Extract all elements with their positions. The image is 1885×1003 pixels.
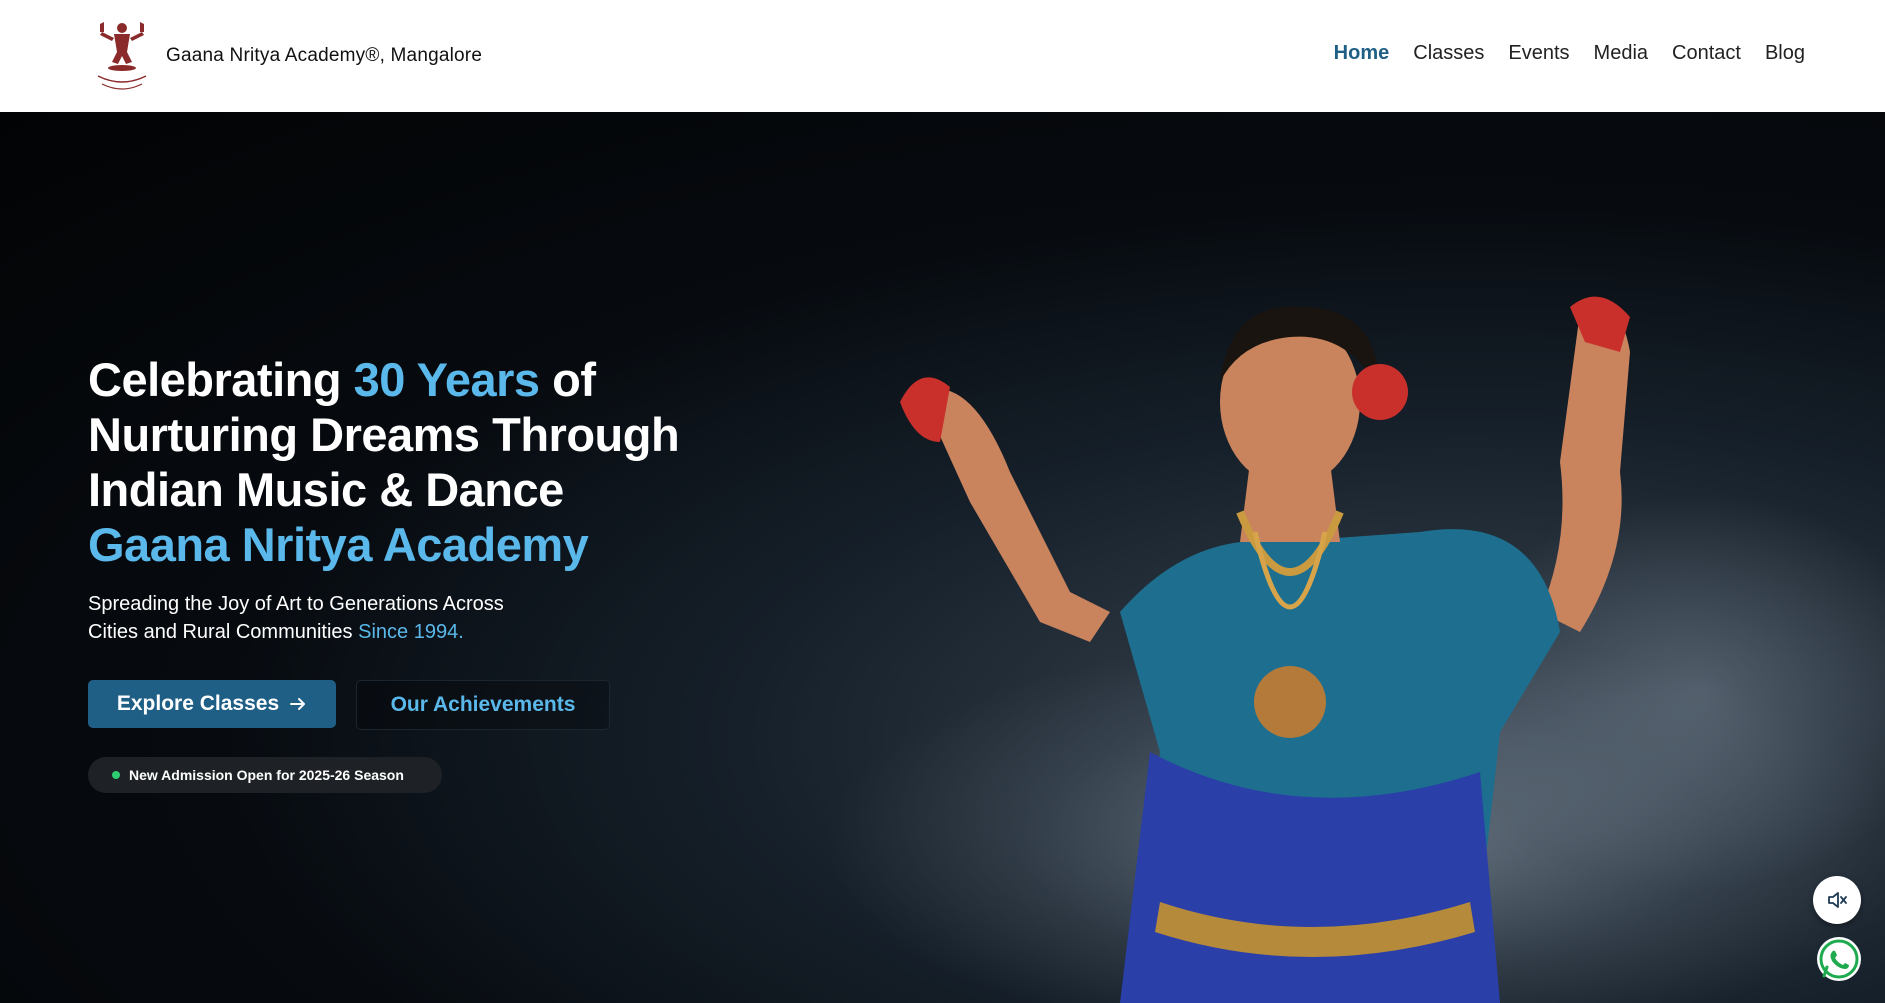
academy-logo-icon <box>97 22 147 90</box>
nav-media[interactable]: Media <box>1594 42 1648 65</box>
whatsapp-button[interactable] <box>1817 937 1861 981</box>
hero-headline: Celebrating 30 Years of Nurturing Dreams… <box>88 352 708 572</box>
mute-toggle-button[interactable] <box>1813 876 1861 924</box>
nav-classes[interactable]: Classes <box>1413 42 1484 65</box>
whatsapp-icon <box>1819 939 1859 979</box>
site-header: Gaana Nritya Academy®, Mangalore Home Cl… <box>0 0 1885 112</box>
speaker-mute-icon <box>1828 892 1847 908</box>
headline-accent-years: 30 Years <box>353 353 540 406</box>
arrow-right-icon <box>290 698 306 710</box>
our-achievements-button[interactable]: Our Achievements <box>356 680 610 730</box>
our-achievements-label: Our Achievements <box>390 693 576 716</box>
hero-subtext: Spreading the Joy of Art to Generations … <box>88 590 548 646</box>
admission-badge-text: New Admission Open for 2025-26 Season <box>129 767 404 783</box>
headline-accent-academy: Gaana Nritya Academy <box>88 518 589 571</box>
subtext-since: Since 1994. <box>358 621 464 643</box>
nav-events[interactable]: Events <box>1508 42 1569 65</box>
dancer-image <box>900 296 1630 1003</box>
status-dot-icon <box>112 771 120 779</box>
brand[interactable]: Gaana Nritya Academy®, Mangalore <box>92 18 482 94</box>
nav-contact[interactable]: Contact <box>1672 42 1741 65</box>
admission-badge: New Admission Open for 2025-26 Season <box>88 757 442 793</box>
explore-classes-label: Explore Classes <box>116 692 280 715</box>
explore-classes-button[interactable]: Explore Classes <box>88 680 336 728</box>
nav-home[interactable]: Home <box>1334 42 1390 65</box>
headline-part1: Celebrating <box>88 353 354 406</box>
hero-section: Celebrating 30 Years of Nurturing Dreams… <box>0 112 1885 1003</box>
main-nav: Home Classes Events Media Contact Blog <box>1334 42 1805 65</box>
brand-name: Gaana Nritya Academy®, Mangalore <box>166 45 483 66</box>
nav-blog[interactable]: Blog <box>1765 42 1805 65</box>
